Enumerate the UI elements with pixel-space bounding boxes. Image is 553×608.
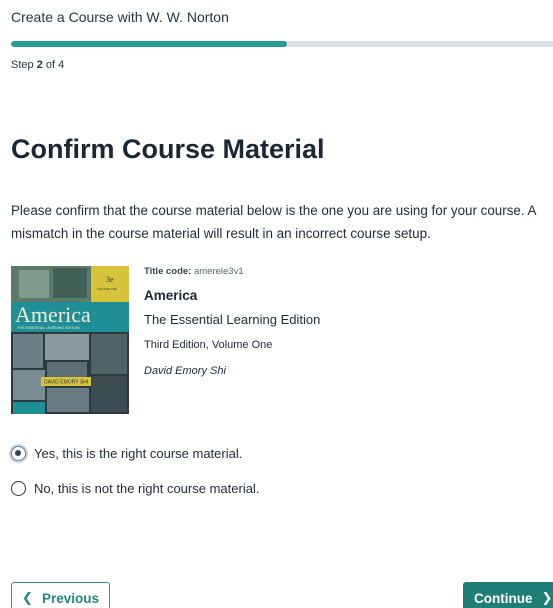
book-title: America <box>144 288 198 303</box>
cover-author: DAVID EMORY SHI <box>44 380 88 386</box>
title-code-label: Title code: <box>144 266 192 277</box>
book-cover-art: 3e VOLUME ONE America THE ESSENTIAL LEAR… <box>11 266 129 414</box>
book-edition: Third Edition, Volume One <box>144 339 273 351</box>
previous-button[interactable]: ❮ Previous <box>11 582 110 608</box>
title-code-value: amerele3v1 <box>193 266 244 277</box>
chevron-right-icon: ❯ <box>541 590 553 605</box>
confirm-no-label[interactable]: No, this is not the right course materia… <box>34 481 259 496</box>
step-prefix: Step <box>11 59 34 71</box>
step-suffix: of 4 <box>45 59 65 71</box>
chevron-left-icon: ❮ <box>22 590 33 605</box>
continue-button[interactable]: Continue ❯ <box>463 582 553 608</box>
confirm-yes-radio[interactable] <box>11 446 26 461</box>
step-indicator: Step 2 of 4 <box>11 59 64 71</box>
confirm-yes-label[interactable]: Yes, this is the right course material. <box>34 446 242 461</box>
book-cover: 3e VOLUME ONE America THE ESSENTIAL LEAR… <box>11 266 129 414</box>
title-code: Title code: amerele3v1 <box>144 266 244 277</box>
confirm-yes-option[interactable]: Yes, this is the right course material. <box>11 446 242 461</box>
book-author: David Emory Shi <box>144 365 226 377</box>
page-title: Confirm Course Material <box>11 134 325 164</box>
cover-edition-badge: 3e <box>106 275 114 284</box>
progress-bar-fill <box>11 41 288 47</box>
book-subtitle: The Essential Learning Edition <box>144 312 321 327</box>
cover-subtitle: THE ESSENTIAL LEARNING EDITION <box>17 326 80 330</box>
continue-button-label: Continue <box>474 590 533 606</box>
progress-bar <box>11 41 553 47</box>
cover-volume-badge: VOLUME ONE <box>97 287 117 291</box>
intro-text: Please confirm that the course material … <box>11 203 536 241</box>
confirm-no-radio[interactable] <box>11 481 26 496</box>
previous-button-label: Previous <box>41 590 99 606</box>
confirm-no-option[interactable]: No, this is not the right course materia… <box>11 481 259 496</box>
header-title: Create a Course with W. W. Norton <box>11 9 229 25</box>
cover-title: America <box>15 302 91 327</box>
step-current: 2 <box>36 59 43 71</box>
